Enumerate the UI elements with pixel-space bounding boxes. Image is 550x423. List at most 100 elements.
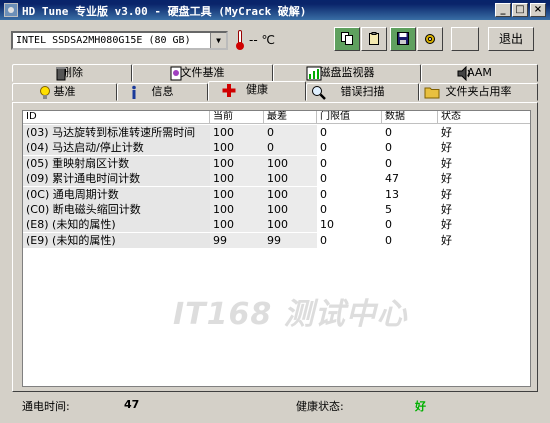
current-value-cell: 100 [210, 186, 264, 202]
worst-value-cell: 0 [264, 125, 317, 140]
attribute-id-cell: (E8) (未知的属性) [23, 217, 210, 233]
smart-attributes-grid[interactable]: ID 当前 最差 门限值 数据 状态 (03) 马达旋转到标准转速所需时间 100… [22, 110, 531, 387]
tab-label: 删除 [61, 66, 83, 79]
threshold-value-cell: 0 [320, 187, 327, 201]
drive-select-value: INTEL SSDSA2MH080G15E (80 GB) [16, 35, 191, 46]
worst-value-cell: 0 [264, 140, 317, 156]
power-on-time-label: 通电时间: [22, 400, 70, 413]
threshold-value-cell: 0 [320, 156, 327, 170]
attribute-id-cell: (E9) (未知的属性) [23, 232, 210, 248]
table-row[interactable]: (E8) (未知的属性) 100 100 10 0 好 [23, 217, 530, 233]
copy-icon [341, 32, 353, 45]
thermometer-icon [236, 30, 244, 50]
status-cell: 好 [441, 126, 452, 139]
current-value-cell: 100 [210, 140, 264, 156]
lightbulb-icon [40, 86, 50, 99]
options-button[interactable] [417, 27, 443, 51]
chevron-down-icon[interactable]: ▼ [210, 33, 226, 48]
exit-button[interactable]: 退出 [488, 27, 534, 51]
status-cell: 好 [441, 203, 452, 216]
app-icon [4, 3, 18, 17]
column-header-worst[interactable]: 最差 [264, 111, 317, 124]
save-button[interactable] [390, 27, 416, 51]
health-status-label: 健康状态: [296, 400, 344, 413]
clipboard-icon [369, 32, 379, 45]
table-row[interactable]: (03) 马达旋转到标准转速所需时间 100 0 0 0 好 [23, 125, 530, 140]
current-value-cell: 100 [210, 171, 264, 187]
floppy-disk-icon [397, 32, 409, 45]
attribute-id-cell: (C0) 断电磁头缩回计数 [23, 202, 210, 217]
data-value-cell: 47 [385, 172, 399, 186]
health-panel: ID 当前 最差 门限值 数据 状态 (03) 马达旋转到标准转速所需时间 100… [12, 102, 538, 392]
data-value-cell: 5 [385, 203, 392, 216]
status-cell: 好 [441, 141, 452, 155]
data-value-cell: 0 [385, 126, 392, 139]
window-title: HD Tune 专业版 v3.00 - 硬盘工具 (MyCrack 破解) [22, 5, 307, 18]
threshold-value-cell: 0 [320, 172, 327, 186]
tab-aam[interactable]: AAM [421, 64, 538, 82]
column-header-threshold[interactable]: 门限值 [317, 111, 382, 124]
disk-monitor-icon [306, 66, 322, 81]
tab-health[interactable]: 健康 [208, 81, 306, 101]
column-header-current[interactable]: 当前 [210, 111, 264, 124]
tab-folder-usage[interactable]: 文件夹占用率 [419, 83, 538, 101]
folder-icon [424, 87, 440, 99]
table-row[interactable]: (0C) 通电周期计数 100 100 0 13 好 [23, 186, 530, 202]
data-value-cell: 0 [385, 156, 392, 170]
copy-screenshot-button[interactable] [361, 27, 387, 51]
threshold-value-cell: 0 [320, 203, 327, 216]
table-row[interactable]: (C0) 断电磁头缩回计数 100 100 0 5 好 [23, 202, 530, 217]
threshold-value-cell: 0 [320, 233, 327, 247]
table-row[interactable]: (05) 重映射扇区计数 100 100 0 0 好 [23, 155, 530, 171]
tab-erase[interactable]: 删除 [12, 64, 132, 82]
table-row[interactable]: (E9) (未知的属性) 99 99 0 0 好 [23, 232, 530, 248]
status-cell: 好 [441, 172, 452, 186]
table-row[interactable]: (09) 累计通电时间计数 100 100 0 47 好 [23, 171, 530, 187]
threshold-value-cell: 0 [320, 141, 327, 155]
tab-disk-monitor[interactable]: 磁盘监视器 [273, 64, 421, 82]
attribute-id-cell: (03) 马达旋转到标准转速所需时间 [23, 125, 210, 140]
column-header-status[interactable]: 状态 [438, 111, 530, 124]
column-header-id[interactable]: ID [23, 111, 210, 124]
temperature-readout: -- ℃ [249, 33, 275, 47]
data-value-cell: 13 [385, 187, 399, 201]
minimize-button[interactable]: _ [495, 3, 511, 17]
maximize-button[interactable]: □ [512, 3, 528, 17]
status-bar: 通电时间: 47 健康状态: 好 [0, 392, 550, 423]
tab-label: AAM [467, 66, 492, 79]
table-row[interactable]: (04) 马达启动/停止计数 100 0 0 0 好 [23, 140, 530, 156]
threshold-value-cell: 0 [320, 126, 327, 139]
worst-value-cell: 99 [264, 232, 317, 248]
tab-error-scan[interactable]: 错误扫描 [306, 83, 419, 101]
tab-file-benchmark[interactable]: 文件基准 [132, 64, 273, 82]
trash-icon [56, 67, 66, 81]
status-cell: 好 [441, 233, 452, 247]
current-value-cell: 99 [210, 232, 264, 248]
current-value-cell: 100 [210, 125, 264, 140]
drive-select[interactable]: INTEL SSDSA2MH080G15E (80 GB) ▼ [11, 31, 228, 50]
attribute-id-cell: (05) 重映射扇区计数 [23, 155, 210, 171]
tab-label: 文件基准 [180, 66, 225, 79]
column-header-data[interactable]: 数据 [382, 111, 438, 124]
tab-benchmark[interactable]: 基准 [12, 83, 117, 101]
attribute-id-cell: (09) 累计通电时间计数 [23, 171, 210, 187]
threshold-value-cell: 10 [320, 218, 334, 232]
blank-button[interactable] [451, 27, 479, 51]
status-cell: 好 [441, 218, 452, 232]
copy-text-button[interactable] [334, 27, 360, 51]
close-button[interactable]: × [530, 3, 546, 17]
attribute-id-cell: (04) 马达启动/停止计数 [23, 140, 210, 156]
current-value-cell: 100 [210, 202, 264, 217]
worst-value-cell: 100 [264, 217, 317, 233]
tab-info[interactable]: 信息 [117, 83, 208, 101]
status-cell: 好 [441, 187, 452, 201]
wrench-icon [425, 34, 435, 44]
watermark-logo: IT168 测试中心 [173, 297, 408, 332]
data-value-cell: 0 [385, 233, 392, 247]
magnifier-icon [312, 86, 326, 100]
current-value-cell: 100 [210, 155, 264, 171]
speaker-icon [457, 66, 470, 81]
power-on-time-value: 47 [124, 398, 140, 411]
info-icon [132, 85, 136, 99]
attribute-id-cell: (0C) 通电周期计数 [23, 186, 210, 202]
